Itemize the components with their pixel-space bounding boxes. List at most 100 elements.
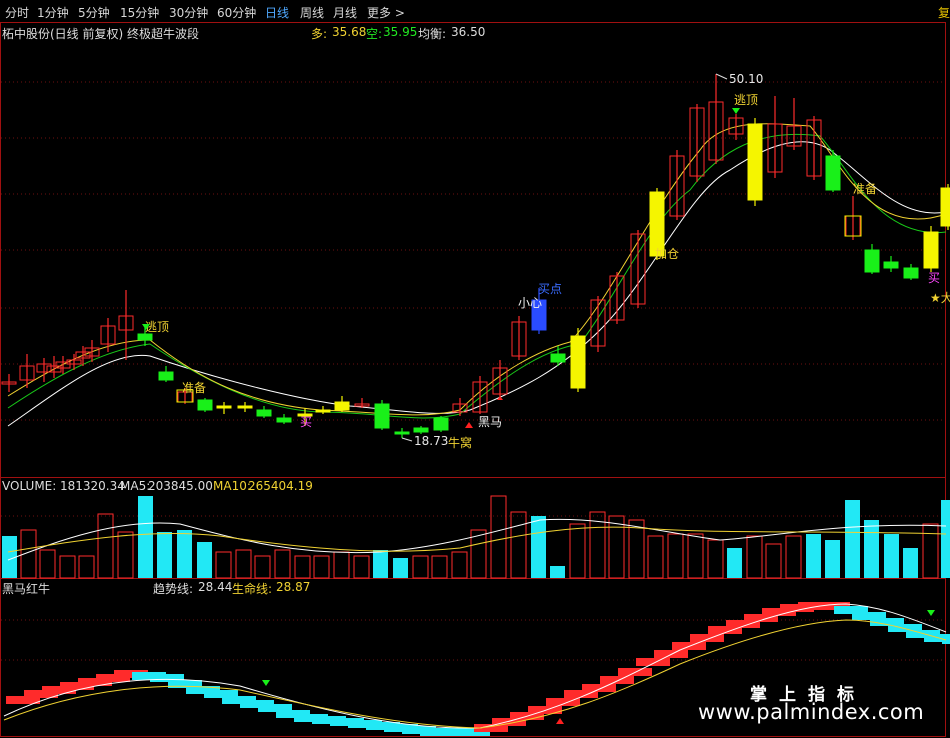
volume-bar bbox=[97, 513, 114, 579]
volume-bar bbox=[687, 533, 704, 579]
volume-bar bbox=[59, 555, 76, 579]
signal-mairu: 买点 bbox=[538, 282, 562, 296]
signal-niuwo: 牛窝 bbox=[448, 435, 472, 450]
volume-bar bbox=[608, 515, 625, 579]
volume-bar bbox=[531, 516, 546, 578]
volume-bar bbox=[490, 495, 507, 579]
volume-bar bbox=[510, 511, 527, 579]
volume-bar bbox=[628, 519, 645, 579]
volume-bar bbox=[941, 500, 950, 578]
candle-body bbox=[216, 405, 232, 409]
volume-bar bbox=[707, 539, 724, 579]
volume-ma10-label: MA10: bbox=[213, 479, 251, 493]
volume-bar bbox=[412, 555, 429, 579]
volume-bar bbox=[431, 555, 448, 579]
volume-bar bbox=[845, 500, 860, 578]
volume-bar bbox=[569, 523, 586, 579]
life-value: 28.87 bbox=[276, 580, 311, 594]
down-arrow-icon bbox=[262, 680, 270, 686]
ma-yellow-line bbox=[7, 123, 947, 416]
signal-jiacang: 加仓 bbox=[655, 247, 679, 261]
volume-bar bbox=[451, 551, 468, 579]
candle-body bbox=[276, 417, 292, 423]
up-arrow-icon bbox=[465, 422, 473, 428]
volume-bar bbox=[78, 555, 95, 579]
signal-taoding: 逃顶 bbox=[145, 320, 169, 334]
signal-zhunbei: 准备 bbox=[182, 381, 206, 395]
low-price-marker: 18.73 bbox=[414, 434, 448, 448]
ma-green-line bbox=[7, 133, 947, 419]
volume-bar bbox=[177, 530, 192, 578]
volume-bar bbox=[353, 555, 370, 579]
volume-bar bbox=[157, 532, 172, 578]
trend-value: 28.44 bbox=[198, 580, 233, 594]
watermark: 掌上指标 www.palmindex.com bbox=[690, 680, 940, 726]
volume-bar bbox=[884, 534, 899, 578]
candle-body bbox=[825, 155, 841, 191]
signal-heima: 黑马 bbox=[478, 415, 502, 429]
indicator-bar bbox=[636, 658, 670, 666]
volume-bar bbox=[825, 540, 840, 578]
volume-bar bbox=[215, 551, 232, 579]
volume-bar bbox=[274, 549, 291, 579]
volume-ma5-value: 203845.00 bbox=[148, 479, 213, 493]
trend-label: 趋势线: bbox=[153, 582, 194, 596]
up-arrow-icon bbox=[556, 718, 564, 724]
volume-bar bbox=[727, 548, 742, 578]
signal-zhunbei2: 准备 bbox=[853, 182, 877, 196]
signal-labels: 逃顶准备买 黑马牛窝加仓小心买点逃顶准备买★大50.1018.73 bbox=[142, 72, 950, 450]
candle-body bbox=[394, 431, 410, 435]
volume-bar bbox=[39, 549, 56, 579]
down-arrow-icon bbox=[732, 108, 740, 114]
candle-body bbox=[237, 405, 253, 409]
volume-ma10-value: 265404.19 bbox=[248, 479, 313, 493]
candle-body bbox=[374, 403, 390, 429]
candle-body bbox=[883, 261, 899, 269]
volume-ma5-label: MA5: bbox=[120, 479, 151, 493]
life-label: 生命线: bbox=[232, 582, 273, 596]
watermark-url: www.palmindex.com bbox=[698, 700, 925, 724]
volume-bar bbox=[393, 558, 408, 578]
volume-label: VOLUME: bbox=[2, 479, 57, 493]
volume-bar bbox=[235, 549, 252, 579]
volume-value: 181320.34 bbox=[60, 479, 125, 493]
high-price-marker: 50.10 bbox=[729, 72, 763, 86]
signal-mai2: 买 bbox=[928, 271, 940, 285]
volume-bar bbox=[550, 566, 565, 578]
volume-bar bbox=[294, 555, 311, 579]
volume-bar bbox=[903, 548, 918, 578]
candle-body bbox=[197, 399, 213, 411]
candle-body bbox=[256, 409, 272, 417]
volume-bar bbox=[785, 535, 802, 579]
volume-bar bbox=[117, 531, 134, 579]
volume-bar bbox=[254, 555, 271, 579]
candle-body bbox=[433, 417, 449, 431]
low-marker-arrow bbox=[401, 437, 413, 442]
signal-xiaoxin: 小心 bbox=[518, 296, 542, 310]
candlesticks bbox=[1, 74, 950, 438]
volume-bar bbox=[197, 542, 212, 578]
volume-bars bbox=[2, 495, 950, 579]
high-marker-arrow bbox=[715, 73, 728, 80]
volume-bar bbox=[667, 533, 684, 579]
volume-bar bbox=[922, 523, 939, 579]
signal-da: ★大 bbox=[930, 291, 950, 305]
candle-body bbox=[747, 123, 763, 201]
candle-body bbox=[923, 231, 939, 269]
signal-taoding-top: 逃顶 bbox=[734, 93, 758, 107]
indicator-name: 黑马红牛 bbox=[2, 582, 51, 596]
candle-body bbox=[550, 353, 566, 363]
candle-body bbox=[413, 427, 429, 433]
candle-body bbox=[137, 333, 153, 341]
kline-chart[interactable]: 逃顶准备买 黑马牛窝加仓小心买点逃顶准备买★大50.1018.73 bbox=[0, 0, 950, 738]
candle-body bbox=[158, 371, 174, 381]
moving-average-lines bbox=[7, 123, 947, 427]
volume-bar bbox=[746, 535, 763, 579]
signal-mai: 买 bbox=[300, 415, 312, 429]
panel-frames bbox=[0, 22, 946, 737]
volume-bar bbox=[765, 543, 782, 579]
volume-bar bbox=[806, 534, 821, 578]
candle-body bbox=[940, 187, 950, 227]
indicator-bar bbox=[600, 676, 634, 684]
candle-body bbox=[903, 267, 919, 279]
